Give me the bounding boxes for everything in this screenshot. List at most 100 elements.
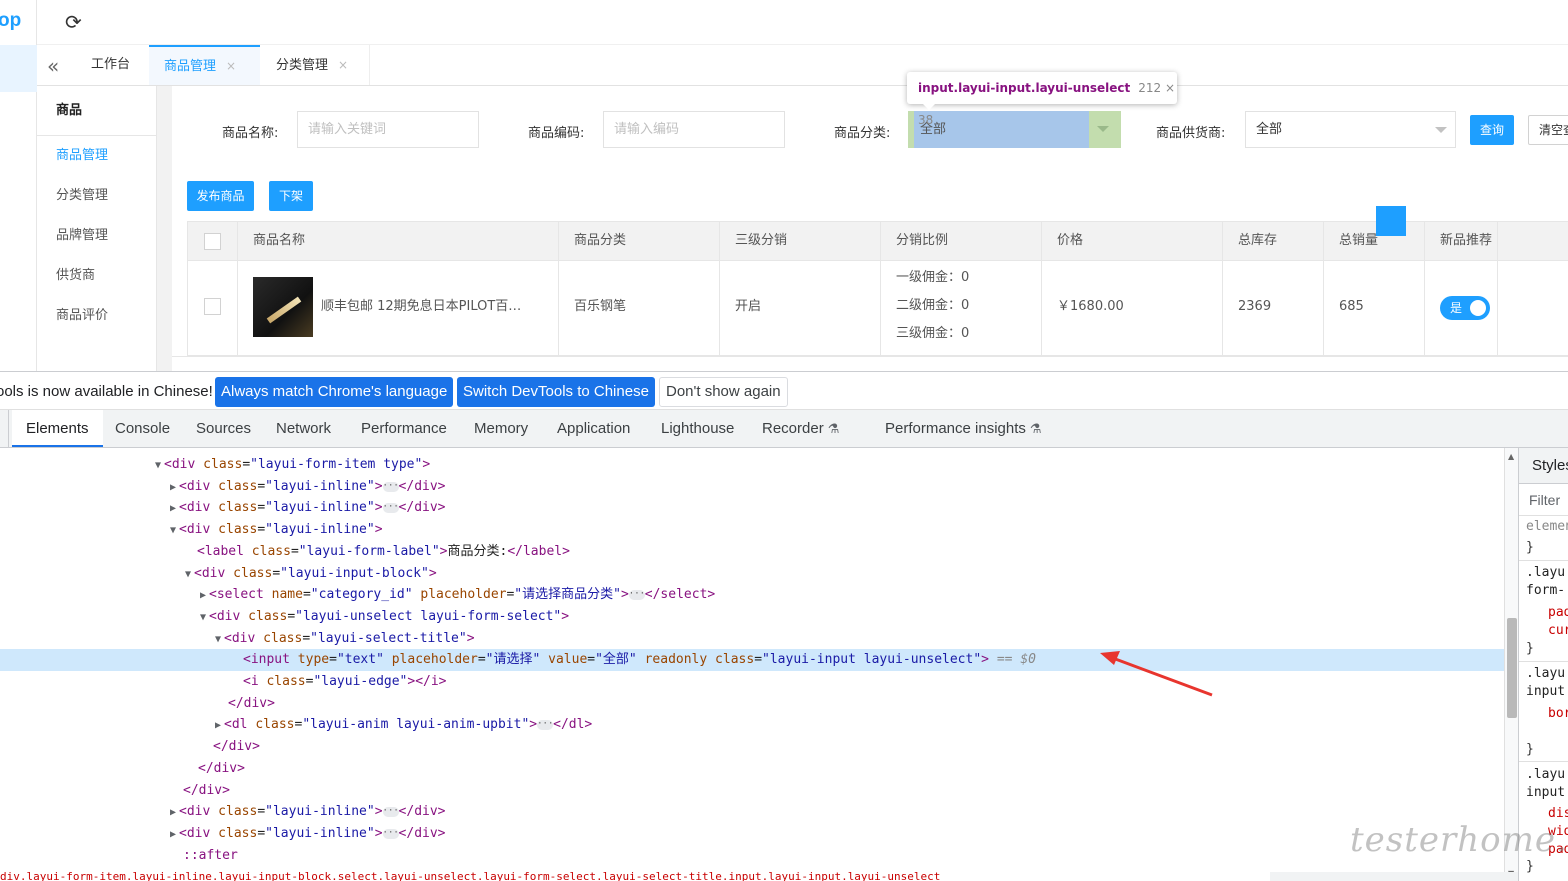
recommend-toggle[interactable]: 是	[1440, 296, 1490, 320]
attr-equals: =	[272, 566, 281, 581]
tab-sources[interactable]: Sources	[196, 410, 251, 447]
dont-show-again-button[interactable]: Don't show again	[659, 377, 788, 407]
product-name-text[interactable]: 顺丰包邮 12期免息日本PILOT百…	[321, 260, 521, 354]
dom-node-line[interactable]: ▼ <div class="layui-form-item type">	[0, 454, 1504, 476]
dom-node-line[interactable]: ::after	[0, 845, 1504, 867]
attr-name: class	[263, 631, 303, 646]
ellipsis-icon[interactable]: ···	[382, 828, 399, 839]
tag-end: </div>	[398, 804, 446, 819]
offline-button[interactable]: 下架	[269, 181, 313, 211]
equals-marker: ==	[996, 652, 1013, 667]
styles-filter-input[interactable]: Filter	[1519, 484, 1568, 516]
tab-console[interactable]: Console	[115, 410, 170, 447]
tab-recorder[interactable]: Recorder ⚗	[762, 410, 839, 447]
product-code-input[interactable]: 请输入编码	[603, 111, 785, 148]
sidebar-item-supplier[interactable]: 供货商	[37, 256, 156, 296]
scroll-up-icon[interactable]: ▲	[1508, 452, 1514, 461]
sidebar-item-product-management[interactable]: 商品管理	[37, 136, 156, 176]
dom-node-line[interactable]: </div>	[0, 736, 1504, 758]
ellipsis-icon[interactable]: ···	[628, 589, 645, 600]
ellipsis-icon[interactable]: ···	[382, 481, 399, 492]
refresh-icon[interactable]: ⟳	[65, 10, 82, 34]
switch-to-chinese-button[interactable]: Switch DevTools to Chinese	[457, 377, 655, 407]
tab-performance-insights[interactable]: Performance insights ⚗	[885, 410, 1042, 447]
publish-product-button[interactable]: 发布商品	[187, 181, 254, 211]
always-match-language-button[interactable]: Always match Chrome's language	[215, 377, 454, 407]
attr-equals: =	[302, 587, 311, 602]
tab-lighthouse[interactable]: Lighthouse	[661, 410, 734, 447]
tag-end: </label>	[507, 544, 570, 559]
dom-node-line[interactable]: <input type="text" placeholder="请选择" val…	[0, 649, 1504, 671]
supplier-select[interactable]: 全部	[1245, 111, 1456, 148]
dom-node-line[interactable]: </div>	[0, 780, 1504, 802]
dom-node-line[interactable]: ▼ <div class="layui-input-block">	[0, 563, 1504, 585]
horizontal-scrollbar[interactable]	[1270, 872, 1518, 881]
close-icon[interactable]: ×	[338, 58, 348, 72]
dom-node-line[interactable]: ▶ <select name="category_id" placeholder=…	[0, 584, 1504, 606]
tag-close-bracket: >	[374, 500, 383, 515]
tab-workbench[interactable]: 工作台	[91, 45, 130, 85]
dom-node-line[interactable]: ▼ <div class="layui-unselect layui-form-s…	[0, 606, 1504, 628]
ellipsis-icon[interactable]: ···	[537, 719, 553, 730]
tab-application[interactable]: Application	[557, 410, 630, 447]
dom-node-line[interactable]: ▼ <div class="layui-select-title">	[0, 628, 1504, 650]
dom-node-content: ▶ <div class="layui-inline">···</div>	[170, 497, 446, 520]
collapse-triangle-icon[interactable]: ▶	[170, 829, 176, 840]
edit-button[interactable]	[1376, 206, 1406, 236]
dom-node-content: ▶ <div class="layui-inline">···</div>	[170, 476, 446, 499]
collapse-triangle-icon[interactable]: ▶	[200, 590, 206, 601]
dom-node-line[interactable]: <i class="layui-edge"></i>	[0, 671, 1504, 693]
elements-scrollbar[interactable]: ▲ ▼	[1504, 448, 1518, 881]
dom-node-line[interactable]: ▶ <div class="layui-inline">···</div>	[0, 497, 1504, 519]
styles-selector: form-	[1526, 583, 1566, 598]
attr-equals: =	[257, 500, 266, 515]
collapse-tabs-icon[interactable]: «	[47, 54, 59, 78]
clear-button[interactable]: 清空查	[1528, 115, 1568, 145]
expand-triangle-icon[interactable]: ▼	[200, 612, 206, 623]
ellipsis-icon[interactable]: ···	[382, 806, 399, 817]
attr-equals: =	[587, 652, 596, 667]
dom-node-line[interactable]: <label class="layui-form-label">商品分类:</l…	[0, 541, 1504, 563]
scrollbar-thumb[interactable]	[1507, 618, 1517, 718]
pseudo-element[interactable]: ::after	[183, 848, 238, 863]
styles-tab[interactable]: Styles	[1519, 448, 1568, 484]
collapse-triangle-icon[interactable]: ▶	[170, 503, 176, 514]
elements-dom-tree[interactable]: ▼ <div class="layui-form-item type"> ▶ <div…	[0, 448, 1504, 881]
dom-node-line[interactable]: ▼ <div class="layui-inline">	[0, 519, 1504, 541]
collapse-triangle-icon[interactable]: ▶	[170, 482, 176, 493]
expand-triangle-icon[interactable]: ▼	[170, 525, 176, 536]
tab-performance[interactable]: Performance	[361, 410, 447, 447]
tab-product-management[interactable]: 商品管理 ×	[149, 45, 260, 85]
tab-network[interactable]: Network	[276, 410, 331, 447]
sidebar-item-category-management[interactable]: 分类管理	[37, 176, 156, 216]
dom-node-line[interactable]: ▶ <dl class="layui-anim layui-anim-upbit"…	[0, 714, 1504, 736]
ellipsis-icon[interactable]: ···	[382, 502, 399, 513]
close-icon[interactable]: ×	[226, 59, 236, 73]
inspector-tooltip: input.layui-input.layui-unselect 212 × 38	[907, 72, 1177, 127]
breadcrumb-bar[interactable]: div.layui-form-item.layui-inline.layui-i…	[0, 872, 1270, 881]
category-select-value[interactable]: 全部	[914, 111, 1089, 148]
category-select-highlighted[interactable]: 全部	[908, 111, 1121, 148]
product-name-input[interactable]: 请输入关键词	[297, 111, 479, 148]
table-row: 顺丰包邮 12期免息日本PILOT百… 百乐钢笔 开启 一级佣金：0 二级佣金：…	[187, 260, 1568, 356]
dom-node-line[interactable]: </div>	[0, 758, 1504, 780]
expand-triangle-icon[interactable]: ▼	[155, 460, 161, 471]
expand-triangle-icon[interactable]: ▼	[185, 569, 191, 580]
tab-elements[interactable]: Elements	[12, 410, 103, 447]
dom-node-line[interactable]: ▶ <div class="layui-inline">···</div>	[0, 476, 1504, 498]
expand-triangle-icon[interactable]: ▼	[215, 634, 221, 645]
attr-name: class	[248, 609, 288, 624]
search-button[interactable]: 查询	[1470, 115, 1514, 145]
collapse-triangle-icon[interactable]: ▶	[170, 807, 176, 818]
app-logo: op	[0, 10, 22, 31]
dom-node-line[interactable]: </div>	[0, 693, 1504, 715]
dom-node-line[interactable]: ▶ <div class="layui-inline">···</div>	[0, 801, 1504, 823]
tab-category-management[interactable]: 分类管理 ×	[260, 45, 370, 85]
sidebar-item-brand-management[interactable]: 品牌管理	[37, 216, 156, 256]
sidebar-item-product-review[interactable]: 商品评价	[37, 296, 156, 336]
dom-node-line[interactable]: ▶ <div class="layui-inline">···</div>	[0, 823, 1504, 845]
collapse-triangle-icon[interactable]: ▶	[215, 720, 221, 731]
logo-menu-active[interactable]	[0, 45, 37, 92]
product-code-label: 商品编码:	[528, 126, 585, 141]
tab-memory[interactable]: Memory	[474, 410, 528, 447]
